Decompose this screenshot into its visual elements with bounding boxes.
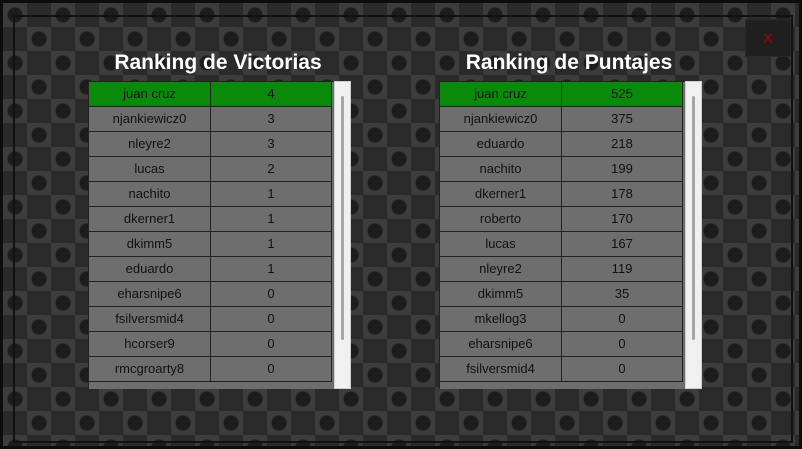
player-name-cell[interactable]: dkimm5 [89, 232, 211, 257]
score-cell[interactable]: 0 [211, 307, 332, 332]
player-name-cell[interactable]: eduardo [440, 132, 562, 157]
score-cell[interactable]: 3 [211, 132, 332, 157]
table-row[interactable]: dkerner1 1 [89, 207, 350, 232]
table-row[interactable]: dkimm5 35 [440, 282, 701, 307]
table-row[interactable]: njankiewicz0 375 [440, 107, 701, 132]
ranking-window: X Ranking de Victorias juan cruz 4 njankie… [0, 0, 802, 449]
player-name-cell[interactable]: lucas [440, 232, 562, 257]
player-name-cell[interactable]: njankiewicz0 [440, 107, 562, 132]
score-cell[interactable]: 0 [211, 282, 332, 307]
player-name-cell[interactable]: roberto [440, 207, 562, 232]
puntajes-scrollbar[interactable] [685, 81, 702, 389]
table-row[interactable]: roberto 170 [440, 207, 701, 232]
score-cell[interactable]: 199 [562, 157, 683, 182]
table-row[interactable]: juan cruz 4 [89, 82, 350, 107]
player-name-cell[interactable]: hcorser9 [89, 332, 211, 357]
score-cell[interactable]: 218 [562, 132, 683, 157]
table-row[interactable]: nleyre2 119 [440, 257, 701, 282]
table-row[interactable]: juan cruz 525 [440, 82, 701, 107]
player-name-cell[interactable]: dkimm5 [440, 282, 562, 307]
player-name-cell[interactable]: eharsnipe6 [89, 282, 211, 307]
player-name-cell[interactable]: eharsnipe6 [440, 332, 562, 357]
score-cell[interactable]: 0 [211, 357, 332, 382]
victorias-title: Ranking de Victorias [114, 51, 322, 74]
player-name-cell[interactable]: eduardo [89, 257, 211, 282]
player-name-cell[interactable]: nleyre2 [440, 257, 562, 282]
player-name-cell[interactable]: nleyre2 [89, 132, 211, 157]
table-row[interactable]: mkellog3 0 [440, 307, 701, 332]
close-button[interactable]: X [745, 19, 791, 57]
table-row[interactable]: nachito 199 [440, 157, 701, 182]
score-cell[interactable]: 1 [211, 207, 332, 232]
player-name-cell[interactable]: lucas [89, 157, 211, 182]
score-cell[interactable]: 0 [562, 307, 683, 332]
score-cell[interactable]: 1 [211, 232, 332, 257]
score-cell[interactable]: 0 [562, 357, 683, 382]
player-name-cell[interactable]: nachito [440, 157, 562, 182]
table-row[interactable]: fsilversmid4 0 [89, 307, 350, 332]
score-cell[interactable]: 525 [562, 82, 683, 107]
table-row[interactable]: eharsnipe6 0 [89, 282, 350, 307]
player-name-cell[interactable]: fsilversmid4 [89, 307, 211, 332]
table-row[interactable]: eduardo 1 [89, 257, 350, 282]
puntajes-scroll-thumb[interactable] [692, 96, 695, 340]
table-row[interactable]: nleyre2 3 [89, 132, 350, 157]
score-cell[interactable]: 1 [211, 257, 332, 282]
player-name-cell[interactable]: fsilversmid4 [440, 357, 562, 382]
score-cell[interactable]: 0 [562, 332, 683, 357]
score-cell[interactable]: 3 [211, 107, 332, 132]
score-cell[interactable]: 119 [562, 257, 683, 282]
table-row[interactable]: lucas 2 [89, 157, 350, 182]
score-cell[interactable]: 35 [562, 282, 683, 307]
score-cell[interactable]: 1 [211, 182, 332, 207]
player-name-cell[interactable]: dkerner1 [440, 182, 562, 207]
puntajes-grid[interactable]: juan cruz 525 njankiewicz0 375 eduardo 218 nac… [439, 81, 701, 389]
score-cell[interactable]: 375 [562, 107, 683, 132]
table-row[interactable]: njankiewicz0 3 [89, 107, 350, 132]
victorias-scrollbar[interactable] [334, 81, 351, 389]
table-row[interactable]: lucas 167 [440, 232, 701, 257]
table-row[interactable]: rmcgroarty8 0 [89, 357, 350, 382]
table-row[interactable]: dkerner1 178 [440, 182, 701, 207]
score-cell[interactable]: 167 [562, 232, 683, 257]
table-row[interactable]: nachito 1 [89, 182, 350, 207]
player-name-cell[interactable]: rmcgroarty8 [89, 357, 211, 382]
player-name-cell[interactable]: nachito [89, 182, 211, 207]
table-row[interactable]: eduardo 218 [440, 132, 701, 157]
player-name-cell[interactable]: dkerner1 [89, 207, 211, 232]
table-row[interactable]: fsilversmid4 0 [440, 357, 701, 382]
score-cell[interactable]: 4 [211, 82, 332, 107]
player-name-cell[interactable]: mkellog3 [440, 307, 562, 332]
score-cell[interactable]: 2 [211, 157, 332, 182]
score-cell[interactable]: 0 [211, 332, 332, 357]
score-cell[interactable]: 170 [562, 207, 683, 232]
table-row[interactable]: eharsnipe6 0 [440, 332, 701, 357]
puntajes-title: Ranking de Puntajes [465, 51, 673, 74]
victorias-scroll-thumb[interactable] [341, 96, 344, 340]
victorias-grid[interactable]: juan cruz 4 njankiewicz0 3 nleyre2 3 lucas 2 nac… [88, 81, 350, 389]
player-name-cell[interactable]: juan cruz [440, 82, 562, 107]
score-cell[interactable]: 178 [562, 182, 683, 207]
player-name-cell[interactable]: juan cruz [89, 82, 211, 107]
player-name-cell[interactable]: njankiewicz0 [89, 107, 211, 132]
table-row[interactable]: hcorser9 0 [89, 332, 350, 357]
table-row[interactable]: dkimm5 1 [89, 232, 350, 257]
